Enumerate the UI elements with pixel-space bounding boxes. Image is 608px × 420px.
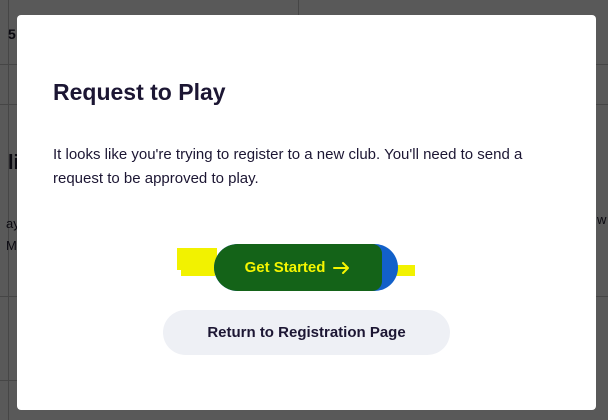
get-started-button[interactable]: Get Started xyxy=(214,244,398,291)
button-content: Get Started xyxy=(214,244,382,291)
arrow-right-icon xyxy=(333,261,350,274)
get-started-label: Get Started xyxy=(244,259,326,276)
modal-body-text: It looks like you're trying to register … xyxy=(53,146,523,187)
return-to-registration-button[interactable]: Return to Registration Page xyxy=(163,310,450,355)
highlight-mark xyxy=(181,268,215,276)
request-to-play-modal: Request to Play It looks like you're try… xyxy=(17,15,596,410)
highlight-mark xyxy=(177,248,217,270)
modal-title: Request to Play xyxy=(53,79,226,105)
